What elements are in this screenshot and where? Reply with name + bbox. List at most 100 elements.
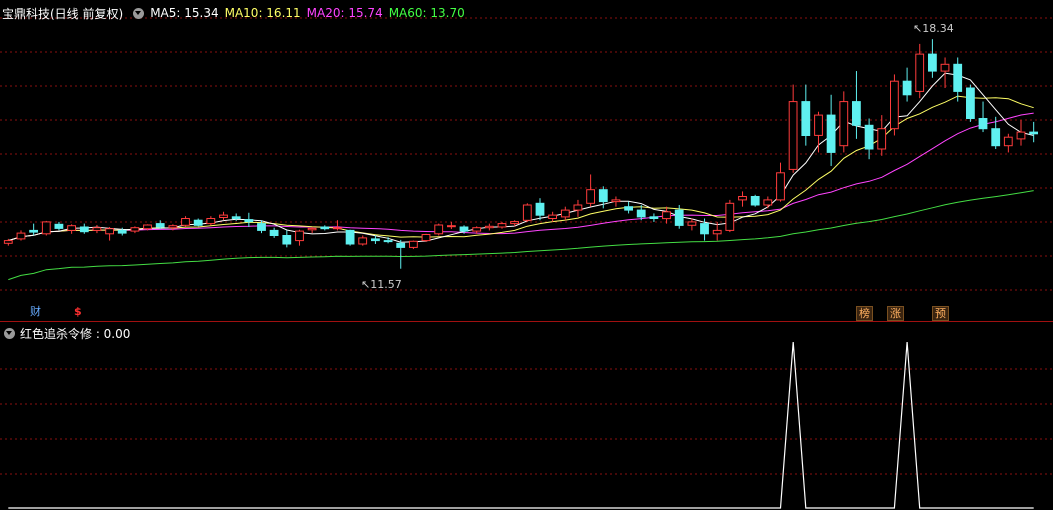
indicator-chart[interactable] bbox=[0, 322, 1053, 510]
candle[interactable] bbox=[624, 201, 634, 214]
candle[interactable] bbox=[649, 213, 659, 222]
candle[interactable] bbox=[307, 227, 317, 234]
candlestick-chart[interactable] bbox=[0, 0, 1053, 321]
candle[interactable] bbox=[953, 57, 963, 102]
dollar-marker[interactable]: $ bbox=[74, 305, 82, 319]
candle[interactable] bbox=[725, 199, 735, 233]
candle[interactable] bbox=[750, 194, 760, 207]
candle[interactable] bbox=[902, 67, 912, 102]
forecast-marker[interactable]: 预 bbox=[932, 306, 949, 321]
candle-body bbox=[902, 80, 912, 96]
candle[interactable] bbox=[687, 218, 697, 231]
candle-body bbox=[864, 124, 874, 150]
candle[interactable] bbox=[1016, 120, 1026, 146]
candle[interactable] bbox=[991, 116, 1001, 150]
candle[interactable] bbox=[92, 224, 102, 234]
stock-chart-window: 宝鼎科技(日线 前复权) MA5: 15.34 MA10: 16.11 MA20… bbox=[0, 0, 1053, 510]
rank-marker[interactable]: 榜 bbox=[856, 306, 873, 321]
ma20-label: MA20: 15.74 bbox=[306, 6, 383, 20]
ma10-line[interactable] bbox=[8, 95, 1034, 242]
candle[interactable] bbox=[421, 233, 431, 242]
candle-body bbox=[649, 216, 659, 220]
candle[interactable] bbox=[484, 223, 494, 231]
candle[interactable] bbox=[738, 191, 747, 207]
candle[interactable] bbox=[358, 235, 368, 246]
candle[interactable] bbox=[826, 94, 836, 166]
candle[interactable] bbox=[16, 230, 26, 241]
candle[interactable] bbox=[206, 216, 216, 226]
low-price-label: ↖11.57 bbox=[361, 278, 402, 291]
candle-body bbox=[484, 225, 494, 229]
candle[interactable] bbox=[763, 196, 773, 209]
candle[interactable] bbox=[611, 196, 621, 207]
candle[interactable] bbox=[1003, 133, 1013, 153]
high-arrow-icon: ↖ bbox=[913, 22, 923, 35]
candle[interactable] bbox=[801, 84, 811, 146]
candle-body bbox=[890, 80, 899, 130]
candle[interactable] bbox=[41, 220, 51, 236]
candle[interactable] bbox=[447, 221, 456, 230]
candle-body bbox=[928, 53, 937, 72]
candle[interactable] bbox=[497, 221, 507, 229]
candle[interactable] bbox=[864, 118, 874, 160]
candle[interactable] bbox=[396, 239, 406, 269]
candle[interactable] bbox=[67, 224, 76, 234]
ma60-line[interactable] bbox=[8, 190, 1034, 281]
candle-body bbox=[738, 196, 747, 201]
candle[interactable] bbox=[193, 218, 203, 227]
candle-body bbox=[29, 229, 39, 233]
candle[interactable] bbox=[105, 227, 114, 241]
candle-body bbox=[16, 232, 26, 240]
candle[interactable] bbox=[978, 101, 988, 133]
candle-body bbox=[915, 53, 925, 92]
candle[interactable] bbox=[130, 226, 140, 234]
candle[interactable] bbox=[586, 174, 596, 207]
candle[interactable] bbox=[890, 74, 899, 136]
candle[interactable] bbox=[788, 84, 798, 173]
candle-body bbox=[535, 202, 545, 216]
candle-body bbox=[472, 227, 482, 232]
candle[interactable] bbox=[560, 206, 570, 221]
candle[interactable] bbox=[244, 212, 254, 228]
candle[interactable] bbox=[345, 229, 355, 246]
candle[interactable] bbox=[219, 211, 228, 221]
candle[interactable] bbox=[928, 39, 937, 78]
candle-body bbox=[966, 87, 975, 119]
candle[interactable] bbox=[320, 225, 330, 231]
candle-body bbox=[497, 223, 507, 228]
indicator-legend: 红色追杀令修 : 0.00 bbox=[0, 325, 130, 341]
candle-body bbox=[1003, 136, 1013, 147]
candle[interactable] bbox=[79, 223, 89, 234]
candle[interactable] bbox=[573, 199, 583, 217]
candle[interactable] bbox=[852, 71, 861, 139]
candle[interactable] bbox=[776, 162, 785, 202]
limit-up-marker[interactable]: 涨 bbox=[887, 306, 904, 321]
candle[interactable] bbox=[295, 229, 304, 246]
candle[interactable] bbox=[29, 223, 39, 236]
candle[interactable] bbox=[1029, 121, 1038, 143]
candle[interactable] bbox=[409, 240, 418, 250]
candle[interactable] bbox=[548, 211, 558, 222]
candle[interactable] bbox=[940, 57, 950, 88]
candle[interactable] bbox=[662, 206, 671, 224]
candle[interactable] bbox=[54, 221, 64, 231]
candle-body bbox=[231, 216, 241, 220]
candle[interactable] bbox=[877, 115, 887, 156]
candle[interactable] bbox=[966, 84, 975, 122]
candle[interactable] bbox=[522, 203, 532, 222]
indicator-line[interactable] bbox=[8, 341, 1034, 509]
stock-title[interactable]: 宝鼎科技(日线 前复权) bbox=[2, 5, 123, 22]
candle[interactable] bbox=[839, 91, 849, 153]
candle[interactable] bbox=[535, 198, 545, 221]
candle[interactable] bbox=[269, 227, 279, 238]
ma5-line[interactable] bbox=[8, 72, 1034, 243]
candle-body bbox=[67, 225, 76, 231]
candle[interactable] bbox=[181, 216, 190, 228]
indicator-dropdown-icon[interactable] bbox=[4, 327, 15, 339]
candle[interactable] bbox=[282, 230, 292, 248]
candle[interactable] bbox=[814, 111, 823, 153]
dropdown-circle-icon[interactable] bbox=[133, 7, 145, 19]
candle[interactable] bbox=[155, 220, 165, 229]
candle[interactable] bbox=[434, 223, 444, 236]
finance-marker[interactable]: 财 bbox=[30, 305, 41, 319]
